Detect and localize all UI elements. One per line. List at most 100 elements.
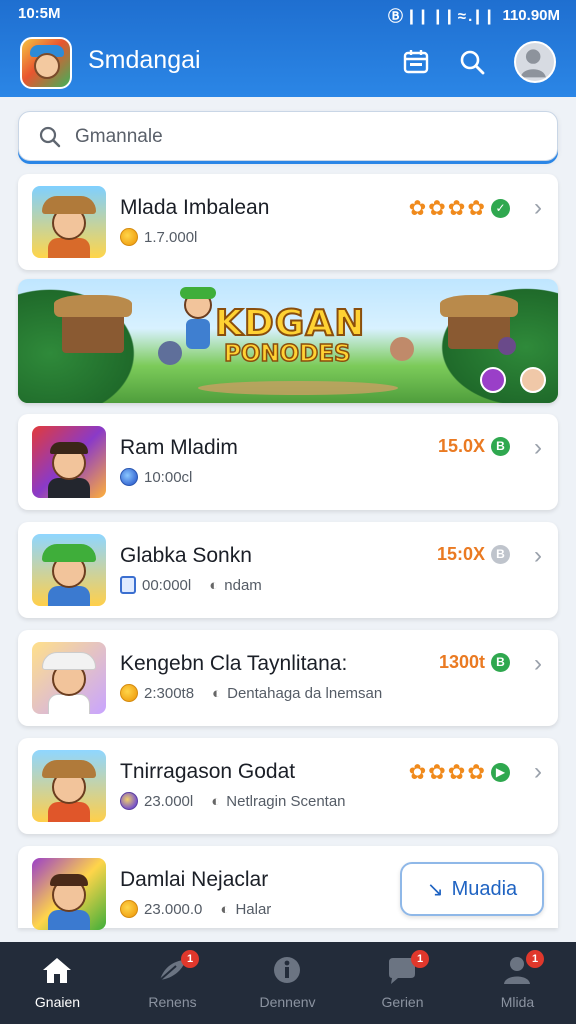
item-meta-secondary: Halar: [235, 900, 272, 918]
app-logo[interactable]: [20, 37, 72, 89]
magic-icon[interactable]: [480, 367, 506, 393]
nav-item-dennenv[interactable]: Dennenv: [230, 942, 345, 1024]
star-icon: ✿: [428, 761, 446, 784]
nav-item-gerien[interactable]: 1 Gerien: [345, 942, 460, 1024]
list-item[interactable]: Mlada Imbalean 1.7.000l ✿ ✿ ✿ ✿ ✓ ›: [18, 174, 558, 270]
chevron-right-icon[interactable]: ›: [534, 650, 542, 678]
item-meta-secondary: ndam: [224, 576, 262, 594]
game-thumbnail: [32, 642, 106, 714]
search-icon[interactable]: [452, 42, 492, 82]
star-icon: ✿: [408, 197, 427, 220]
nav-item-renens[interactable]: 1 Renens: [115, 942, 230, 1024]
status-badge: B: [491, 545, 510, 564]
item-title: Kengebn Cla Taynlitana:: [120, 652, 348, 675]
open-button[interactable]: ↘ Muadia: [400, 862, 544, 916]
hut-illustration: [54, 295, 132, 353]
status-bar: 10:5M Ⓑ ❙❙ ❙❙ ≈ .❙❙ 110.90M: [0, 0, 576, 28]
chevron-right-icon[interactable]: ›: [534, 542, 542, 570]
rating-value: 15:0X: [436, 544, 485, 564]
coin-icon: [120, 900, 138, 918]
arrow-icon: ↘: [426, 878, 444, 901]
notification-badge: 1: [526, 950, 544, 968]
coin-icon: [120, 684, 138, 702]
item-meta: 10:00cl: [120, 468, 192, 486]
rating: ✿ ✿ ✿ ✿ ▶: [409, 760, 510, 785]
status-clock: 110.90M: [502, 7, 560, 24]
search-bar[interactable]: [18, 111, 558, 161]
app-title: Smdangai: [88, 46, 201, 74]
item-meta: 2:300t8 ◐ Dentahaga da lnemsan: [120, 684, 382, 702]
item-meta-value: 00:000l: [142, 576, 192, 594]
creature-icon: [390, 337, 414, 361]
item-title: Glabka Sonkn: [120, 544, 252, 567]
item-meta: 00:000l ◐ ndam: [120, 576, 262, 594]
item-meta-value: 10:00cl: [144, 468, 193, 486]
star-icon: ✿: [447, 761, 466, 784]
check-icon: ✓: [491, 199, 510, 218]
creature-icon: [158, 341, 182, 365]
info-icon: [274, 957, 300, 983]
hero-character: [178, 287, 218, 367]
item-meta-value: 1.7.000l: [144, 228, 198, 246]
nav-item-home[interactable]: Gnaien: [0, 942, 115, 1024]
notification-badge: 1: [411, 950, 429, 968]
star-icon: ✿: [408, 761, 427, 784]
nav-item-mlida[interactable]: 1 Mlida: [460, 942, 575, 1024]
rating-value: 1300t: [438, 652, 485, 672]
list-item[interactable]: Glabka Sonkn 00:000l ◐ ndam 15:0X B ›: [18, 522, 558, 618]
item-meta: 23.000l ◐ Netlragin Scentan: [120, 792, 346, 810]
list-item[interactable]: Damlai Nejaclar 23.000.0 ◐ Halar ↘ Muadi…: [18, 846, 558, 930]
list-item[interactable]: Kengebn Cla Taynlitana: 2:300t8 ◐ Dentah…: [18, 630, 558, 726]
nav-label: Renens: [148, 994, 197, 1010]
gem-icon: [120, 792, 138, 810]
game-thumbnail: [32, 186, 106, 258]
item-title: Damlai Nejaclar: [120, 868, 269, 891]
calendar-icon[interactable]: [396, 42, 436, 82]
creature-icon: [498, 337, 516, 355]
status-indicators: Ⓑ ❙❙ ❙❙ ≈ .❙❙: [387, 8, 495, 25]
gem-icon: [120, 468, 138, 486]
tag-icon: ◐: [209, 576, 219, 594]
bottom-nav: Gnaien 1 Renens Dennenv 1 Gerien 1 Mlida: [0, 942, 576, 1024]
list-item[interactable]: Tnirragason Godat 23.000l ◐ Netlragin Sc…: [18, 738, 558, 834]
status-time: 10:5M: [18, 5, 61, 22]
avatar[interactable]: [514, 41, 556, 83]
coin-icon: [120, 228, 138, 246]
search-input[interactable]: [75, 120, 535, 154]
tag-icon: ◐: [220, 900, 230, 918]
rating: ✿ ✿ ✿ ✿ ✓: [409, 196, 510, 221]
top-bar: 10:5M Ⓑ ❙❙ ❙❙ ≈ .❙❙ 110.90M Smdangai: [0, 0, 576, 97]
item-meta-secondary: Dentahaga da lnemsan: [227, 684, 383, 702]
banner-subtitle: PONODES: [223, 340, 351, 368]
promo-banner[interactable]: KDGAN PONODES: [18, 279, 558, 403]
tag-icon: ◐: [211, 792, 221, 810]
chevron-right-icon[interactable]: ›: [534, 758, 542, 786]
app-header: Smdangai: [0, 28, 576, 97]
rating: 15.0X B: [438, 436, 510, 457]
rating: 15:0X B: [437, 544, 510, 565]
user-silhouette-icon: [520, 49, 546, 78]
item-meta: 1.7.000l: [120, 228, 197, 246]
list-item[interactable]: Ram Mladim 10:00cl 15.0X B ›: [18, 414, 558, 510]
home-icon: [43, 958, 71, 983]
calendar-icon: [120, 576, 136, 594]
item-meta-secondary: Netlragin Scentan: [226, 792, 346, 810]
star-icon: ✿: [428, 197, 446, 220]
banner-title: KDGAN: [214, 302, 366, 345]
item-title: Mlada Imbalean: [120, 196, 270, 219]
open-button-label: Muadia: [451, 877, 518, 900]
nav-label: Dennenv: [259, 994, 316, 1010]
item-meta-value: 2:300t8: [144, 684, 195, 702]
status-badge: B: [491, 653, 510, 672]
tag-icon: ◐: [212, 684, 222, 702]
search-icon: [39, 126, 61, 148]
character-bubble-icon[interactable]: [520, 367, 546, 393]
status-badge: B: [491, 437, 510, 456]
item-meta-value: 23.000l: [144, 792, 194, 810]
game-thumbnail: [32, 426, 106, 498]
chevron-right-icon[interactable]: ›: [534, 434, 542, 462]
chevron-right-icon[interactable]: ›: [534, 194, 542, 222]
star-icon: ✿: [447, 197, 466, 220]
item-title: Ram Mladim: [120, 436, 238, 459]
status-right: Ⓑ ❙❙ ❙❙ ≈ .❙❙ 110.90M: [388, 5, 560, 26]
